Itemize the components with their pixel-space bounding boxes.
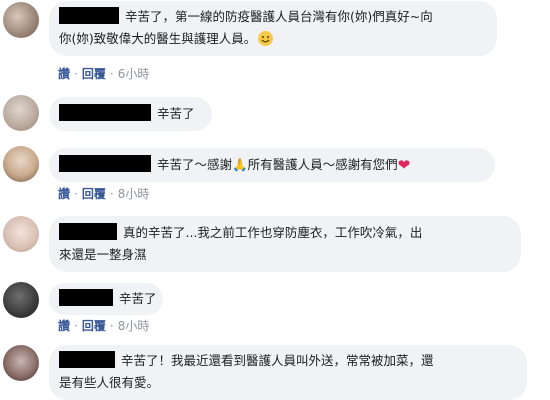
separator: ·: [109, 187, 114, 201]
avatar[interactable]: [3, 146, 39, 182]
redacted-name: [59, 104, 151, 121]
avatar[interactable]: [3, 216, 39, 252]
redacted-name: [59, 351, 115, 368]
reply-link[interactable]: 回覆: [82, 187, 106, 201]
comment-bubble: 辛苦了，第一線的防疫醫護人員台灣有你(妳)們真好~向 你(妳)致敬偉大的醫生與護…: [49, 1, 497, 56]
avatar[interactable]: [3, 2, 39, 38]
comment-text: 辛苦了～感謝: [157, 157, 233, 172]
comment-text: 你(妳)致敬偉大的醫生與護理人員。: [59, 31, 257, 46]
comment-text: 辛苦了: [119, 291, 157, 306]
comment-actions: 讚 · 回覆 · 8小時: [58, 186, 149, 202]
comment-text: 來還是一整身濕: [59, 247, 147, 262]
avatar[interactable]: [3, 282, 39, 318]
separator: ·: [74, 187, 78, 201]
timestamp[interactable]: 8小時: [118, 187, 150, 201]
separator: ·: [74, 67, 78, 81]
redacted-name: [59, 289, 113, 306]
redacted-name: [59, 223, 117, 240]
like-link[interactable]: 讚: [58, 319, 70, 333]
comment-bubble: 真的辛苦了...我之前工作也穿防塵衣，工作吹冷氣，出 來還是一整身濕: [49, 216, 521, 272]
like-link[interactable]: 讚: [58, 187, 70, 201]
redacted-name: [59, 155, 151, 172]
comment-bubble: 辛苦了～感謝🙏所有醫護人員～感謝有您們❤: [49, 148, 495, 182]
comment-text: 辛苦了: [157, 106, 195, 121]
timestamp[interactable]: 6小時: [118, 67, 150, 81]
comment-bubble: 辛苦了！我最近還看到醫護人員叫外送，常常被加菜，還 是有些人很有愛。: [49, 345, 527, 400]
comment-text: 辛苦了！我最近還看到醫護人員叫外送，常常被加菜，還: [121, 353, 434, 368]
reply-link[interactable]: 回覆: [82, 67, 106, 81]
comment-text: 所有醫護人員～感謝有您們: [247, 157, 398, 172]
comment-bubble: 辛苦了: [49, 97, 212, 131]
separator: ·: [109, 319, 114, 333]
reply-link[interactable]: 回覆: [82, 319, 106, 333]
redacted-name: [59, 7, 119, 24]
smiley-emoji-icon: [258, 31, 274, 46]
comment-bubble: 辛苦了: [49, 283, 163, 315]
comment-text: 是有些人很有愛。: [59, 375, 160, 390]
avatar[interactable]: [3, 345, 39, 381]
avatar[interactable]: [3, 95, 39, 131]
folded-hands-emoji-icon: 🙏: [232, 157, 248, 172]
comment-actions: 讚 · 回覆 · 8小時: [58, 318, 149, 334]
separator: ·: [74, 319, 78, 333]
timestamp[interactable]: 8小時: [118, 319, 150, 333]
comment-text: 真的辛苦了...我之前工作也穿防塵衣，工作吹冷氣，出: [123, 225, 423, 240]
heart-icon: ❤: [397, 156, 411, 174]
comment-actions: 讚 · 回覆 · 6小時: [58, 66, 149, 82]
separator: ·: [109, 67, 114, 81]
like-link[interactable]: 讚: [58, 67, 70, 81]
comment-text: 辛苦了，第一線的防疫醫護人員台灣有你(妳)們真好~向: [125, 9, 433, 24]
